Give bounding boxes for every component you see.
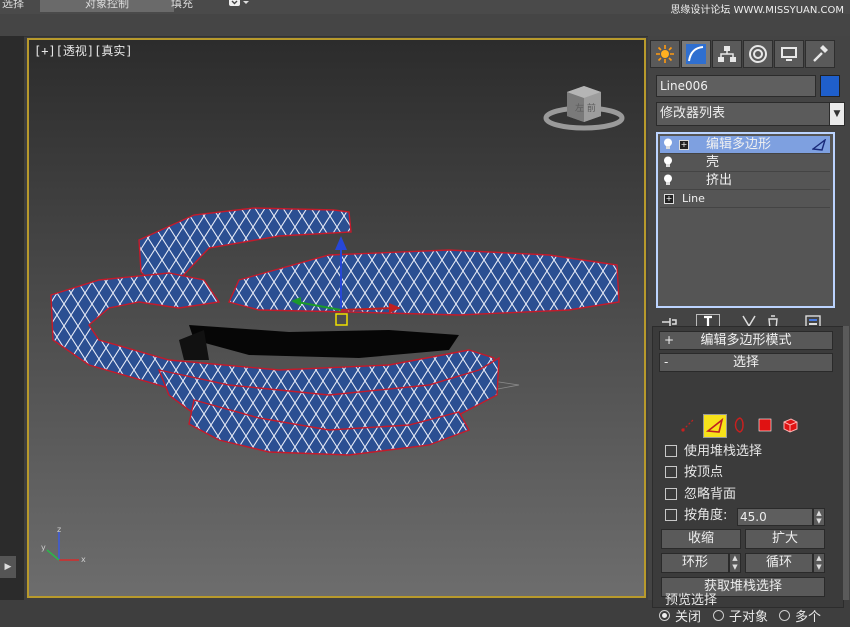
angle-spinner[interactable]: ▲ ▼ [813, 508, 825, 526]
edge-level-button[interactable] [703, 414, 727, 438]
preview-subobject-radio[interactable]: 子对象 [713, 609, 768, 627]
rollout-title: 选择 [732, 355, 759, 370]
preview-multi-radio[interactable]: 多个 [779, 609, 821, 627]
expand-icon[interactable]: + [679, 140, 689, 150]
display-icon [781, 47, 797, 61]
rollouts-panel: + 编辑多边形模式 - 选择 使用堆栈选择 按顶点 忽略背面 按角度: 45.0… [652, 326, 844, 625]
ignore-backfacing-checkbox[interactable]: 忽略背面 [665, 486, 736, 504]
rollout-selection[interactable]: - 选择 [659, 353, 833, 372]
stack-item-label: 挤出 [706, 173, 733, 188]
hammer-icon [813, 45, 828, 62]
by-angle-checkbox[interactable]: 按角度: [665, 507, 727, 525]
stack-item-label: 壳 [706, 155, 720, 170]
stack-item-extrude[interactable]: 挤出 [660, 172, 830, 190]
menu-strip: 选择 对象控制 填充 思缘设计论坛 WWW.MISSYUAN.COM [0, 0, 850, 14]
ring-spinner[interactable]: ▲ ▼ [729, 553, 741, 573]
expand-icon[interactable]: + [664, 194, 674, 204]
preview-selection-label: 预览选择 [665, 593, 718, 608]
stack-item-shell[interactable]: 壳 [660, 154, 830, 172]
left-panel-strip [0, 36, 24, 600]
dropdown-icon [229, 0, 249, 6]
checkbox-label: 按角度: [684, 508, 728, 523]
polygon-icon[interactable] [757, 417, 773, 433]
command-panel-tabs [648, 38, 850, 68]
panel-scrollbar[interactable] [843, 326, 849, 600]
svg-text:y: y [41, 543, 46, 552]
object-name-field[interactable]: Line006 [656, 75, 816, 97]
tab-modify[interactable] [681, 40, 711, 68]
stack-item-label: Line [682, 192, 705, 205]
curve-icon [686, 44, 706, 64]
chevron-down-icon[interactable]: ▼ [829, 102, 845, 126]
lightbulb-icon[interactable] [663, 174, 673, 186]
radio-label: 子对象 [729, 610, 769, 625]
rollout-title: 编辑多边形模式 [700, 333, 792, 348]
dropdown-button[interactable] [222, 0, 256, 12]
radio-label: 多个 [795, 610, 822, 625]
modifier-list-dropdown[interactable]: 修改器列表 [656, 102, 831, 126]
tab-select[interactable]: 选择 [0, 0, 30, 12]
shrink-button[interactable]: 收缩 [661, 529, 741, 549]
angle-input[interactable]: 45.0 [737, 508, 813, 526]
radio-label: 关闭 [675, 610, 702, 625]
tab-create[interactable] [650, 40, 680, 68]
sun-icon [656, 45, 674, 63]
modifier-stack[interactable]: + 编辑多边形 壳 挤出 + Line [656, 132, 835, 308]
stack-item-line[interactable]: + Line [660, 190, 830, 208]
command-panel: Line006 修改器列表 ▼ + 编辑多边形 壳 挤出 + Line + 编辑… [648, 36, 850, 625]
svg-text:x: x [81, 555, 86, 564]
tab-utilities[interactable] [805, 40, 835, 68]
lightbulb-icon[interactable] [663, 156, 673, 168]
motion-icon [749, 45, 767, 63]
stack-item-label: 编辑多边形 [706, 137, 772, 152]
stack-item-edit-poly[interactable]: + 编辑多边形 [660, 136, 830, 154]
hierarchy-icon [718, 46, 736, 62]
ring-button[interactable]: 环形 [661, 553, 729, 573]
checkbox-label: 使用堆栈选择 [684, 444, 763, 459]
tab-hierarchy[interactable] [712, 40, 742, 68]
subobject-level-icons [679, 414, 809, 438]
grow-button[interactable]: 扩大 [745, 529, 825, 549]
object-color-swatch[interactable] [820, 75, 840, 97]
use-stack-selection-checkbox[interactable]: 使用堆栈选择 [665, 443, 762, 461]
lightbulb-icon[interactable] [663, 138, 673, 150]
polygon-subobject-icon [812, 139, 826, 151]
border-icon[interactable] [731, 416, 749, 434]
checkbox-label: 忽略背面 [684, 487, 737, 502]
tab-motion[interactable] [743, 40, 773, 68]
tab-object-control[interactable]: 对象控制 [40, 0, 174, 12]
expand-arrow-button[interactable]: ▶ [0, 556, 16, 578]
checkbox-label: 按顶点 [684, 465, 724, 480]
axis-tripod-icon: z x y [41, 526, 86, 564]
vertex-icon[interactable] [679, 416, 697, 434]
svg-text:z: z [57, 526, 61, 534]
preview-off-radio[interactable]: 关闭 [659, 609, 701, 627]
3d-model-ribbons[interactable] [29, 40, 644, 596]
toolbar-strip [0, 14, 850, 37]
loop-button[interactable]: 循环 [745, 553, 813, 573]
site-watermark: 思缘设计论坛 WWW.MISSYUAN.COM [670, 5, 844, 14]
perspective-viewport[interactable]: [+][透视][真实] 左 前 z x y [27, 38, 646, 598]
tab-fill[interactable]: 填充 [165, 0, 199, 12]
tab-display[interactable] [774, 40, 804, 68]
element-icon[interactable] [781, 416, 799, 434]
by-vertex-checkbox[interactable]: 按顶点 [665, 464, 723, 482]
rollout-edit-poly-mode[interactable]: + 编辑多边形模式 [659, 331, 833, 350]
edge-icon [705, 417, 724, 433]
loop-spinner[interactable]: ▲ ▼ [813, 553, 825, 573]
